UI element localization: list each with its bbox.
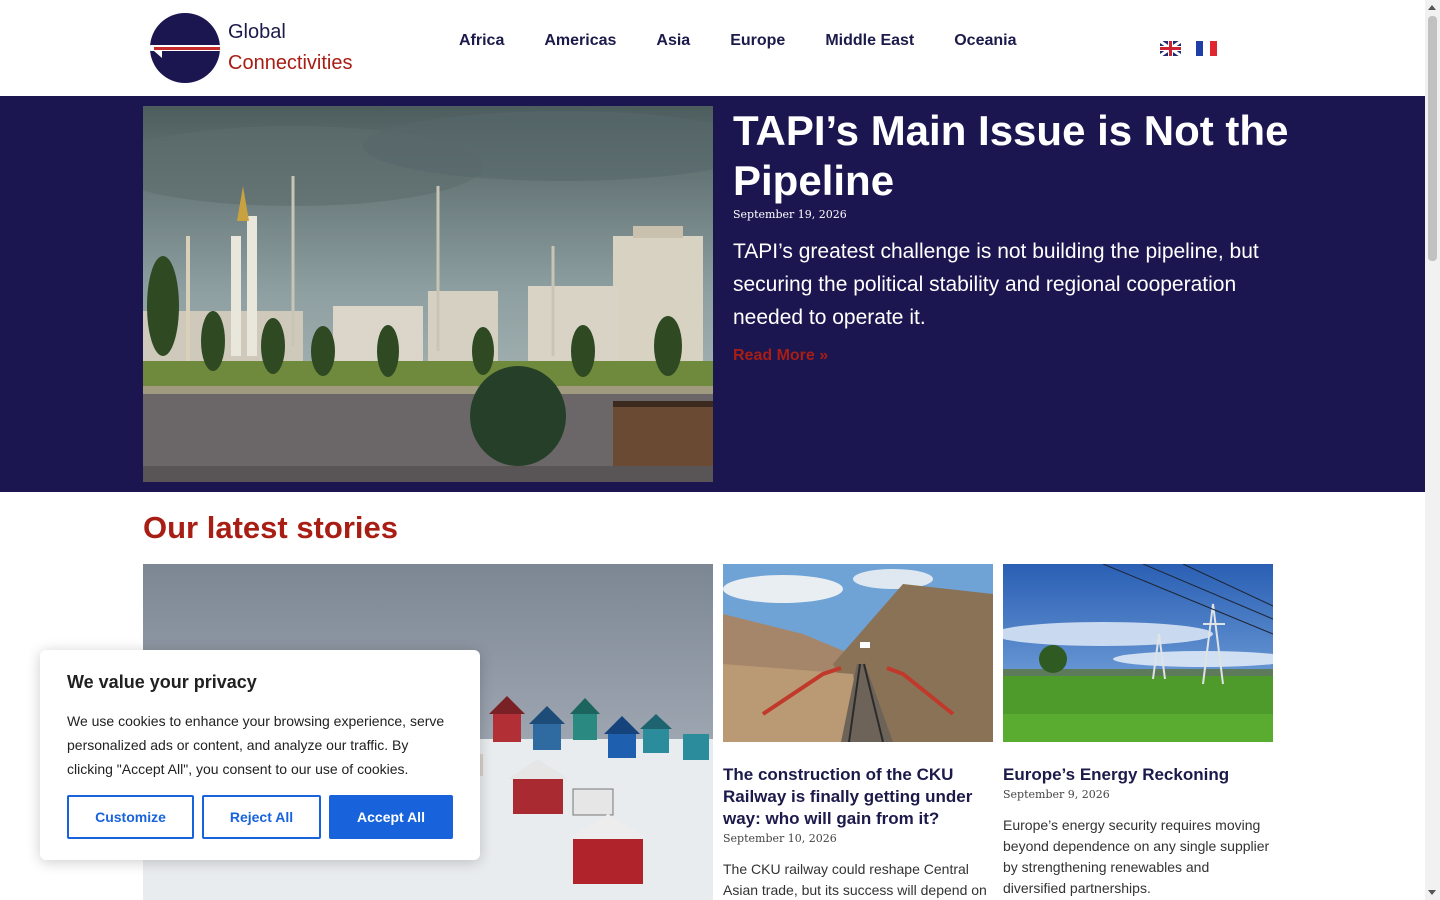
story-card-2-image[interactable] xyxy=(1003,564,1273,742)
cookie-title: We value your privacy xyxy=(67,672,257,692)
logo-mark-icon xyxy=(150,13,220,83)
story-card-2[interactable]: Europe’s Energy Reckoning September 9, 2… xyxy=(1003,564,1273,899)
fr-flag-icon[interactable] xyxy=(1196,41,1217,56)
latest-stories-heading: Our latest stories xyxy=(143,510,398,545)
site-header: Global Connectivities Africa Americas As… xyxy=(0,0,1425,96)
customize-button[interactable]: Customize xyxy=(67,795,194,839)
main-nav: Africa Americas Asia Europe Middle East … xyxy=(459,32,1017,50)
nav-oceania[interactable]: Oceania xyxy=(954,32,1016,50)
hero-image[interactable] xyxy=(143,106,713,482)
hero-section: TAPI’s Main Issue is Not the Pipeline Se… xyxy=(0,96,1425,492)
hero-excerpt: TAPI’s greatest challenge is not buildin… xyxy=(733,240,1259,329)
accept-all-button[interactable]: Accept All xyxy=(329,795,453,839)
story-card-1-excerpt: The CKU railway could reshape Central As… xyxy=(723,861,987,898)
cookie-consent-banner: We value your privacy We use cookies to … xyxy=(40,650,480,860)
language-switcher xyxy=(1160,41,1217,56)
scroll-up-arrow-icon[interactable] xyxy=(1428,5,1436,10)
story-card-2-title[interactable]: Europe’s Energy Reckoning xyxy=(1003,764,1273,786)
hero-title[interactable]: TAPI’s Main Issue is Not the Pipeline xyxy=(733,106,1303,206)
nav-europe[interactable]: Europe xyxy=(730,32,785,50)
nav-africa[interactable]: Africa xyxy=(459,32,504,50)
story-card-2-date: September 9, 2026 xyxy=(1003,788,1110,801)
page-scrollbar[interactable] xyxy=(1425,0,1440,900)
story-card-1[interactable]: The construction of the CKU Railway is f… xyxy=(723,564,993,900)
read-more-link[interactable]: Read More » xyxy=(733,347,828,365)
story-card-1-date: September 10, 2026 xyxy=(723,832,837,845)
cookie-text: We use cookies to enhance your browsing … xyxy=(67,713,445,777)
scroll-down-arrow-icon[interactable] xyxy=(1428,890,1436,895)
uk-flag-icon[interactable] xyxy=(1160,41,1181,56)
logo-line-1: Global xyxy=(228,21,286,43)
hero-date: September 19, 2026 xyxy=(733,208,847,221)
site-logo[interactable]: Global Connectivities xyxy=(150,13,353,83)
story-card-2-excerpt: Europe’s energy security requires moving… xyxy=(1003,817,1270,896)
nav-asia[interactable]: Asia xyxy=(656,32,690,50)
logo-line-2: Connectivities xyxy=(228,52,353,74)
logo-text: Global Connectivities xyxy=(228,17,353,79)
nav-americas[interactable]: Americas xyxy=(544,32,616,50)
cookie-buttons: Customize Reject All Accept All xyxy=(67,795,453,839)
nav-middle-east[interactable]: Middle East xyxy=(825,32,914,50)
story-card-1-image[interactable] xyxy=(723,564,993,742)
scrollbar-thumb[interactable] xyxy=(1428,16,1437,261)
story-card-1-title[interactable]: The construction of the CKU Railway is f… xyxy=(723,764,993,830)
reject-all-button[interactable]: Reject All xyxy=(202,795,321,839)
